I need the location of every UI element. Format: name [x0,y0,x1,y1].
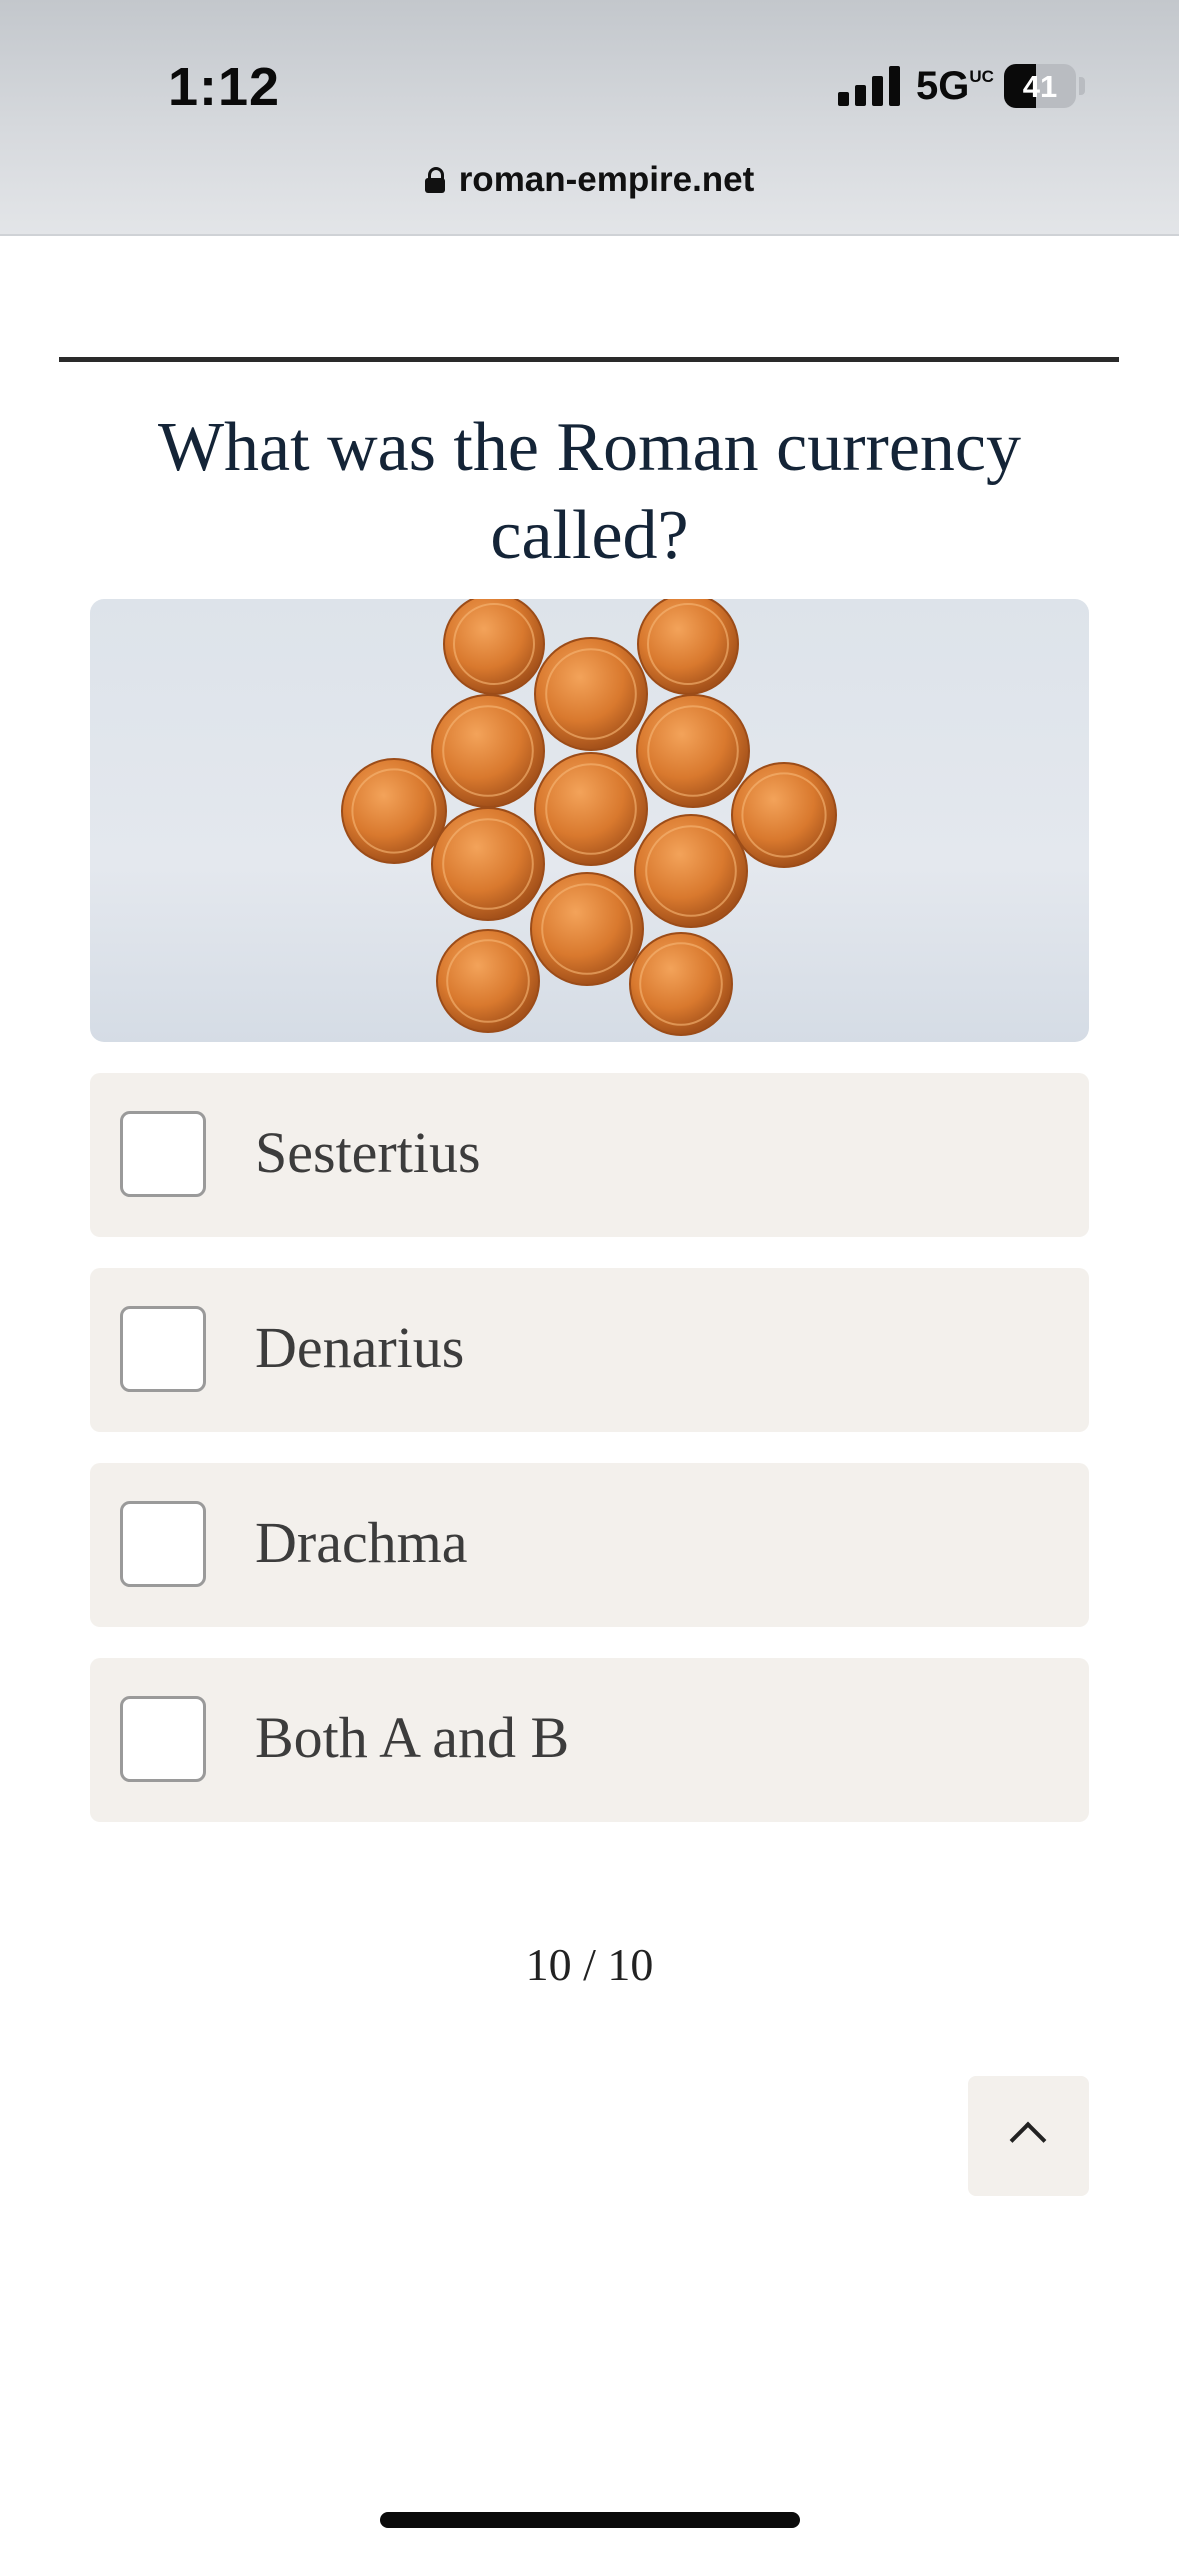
coin-shape [443,599,545,695]
coin-shape [534,637,648,751]
battery-percent: 41 [1022,69,1058,104]
coin-shape [534,752,648,866]
answer-options: Sestertius Denarius Drachma Both A and B [90,1073,1089,1853]
coins-illustration [341,599,837,1036]
status-time: 1:12 [168,57,281,117]
battery-icon: 41 [1004,64,1076,108]
quiz-question: What was the Roman currency called? [157,409,1021,574]
chevron-up-icon [1009,2121,1047,2159]
option-both-a-and-b[interactable]: Both A and B [90,1658,1089,1822]
option-label: Drachma [255,1510,468,1575]
url-text: roman-empire.net [458,160,755,199]
option-checkbox[interactable] [120,1306,206,1392]
signal-icon [838,66,900,106]
question-counter: 10 / 10 [525,1939,654,1990]
option-label: Sestertius [255,1120,481,1185]
coin-shape [731,762,837,868]
coin-shape [637,599,739,695]
network-indicator: 5GUC [916,64,994,108]
option-checkbox[interactable] [120,1501,206,1587]
address-bar[interactable]: roman-empire.net [0,160,1179,200]
coins-image [90,599,1089,1042]
option-denarius[interactable]: Denarius [90,1268,1089,1432]
option-label: Both A and B [255,1705,570,1770]
option-checkbox[interactable] [120,1111,206,1197]
lock-icon [424,167,445,193]
option-drachma[interactable]: Drachma [90,1463,1089,1627]
coin-shape [636,694,750,808]
option-label: Denarius [255,1315,465,1380]
coin-shape [629,932,733,1036]
status-bar: 1:12 5GUC 41 roman-empire.net [0,0,1179,236]
scroll-to-top-button[interactable] [968,2076,1089,2196]
coin-shape [436,929,540,1033]
coin-shape [634,814,748,928]
coin-shape [431,807,545,921]
coin-shape [341,758,447,864]
coin-shape [530,872,644,986]
battery-cap [1079,77,1085,95]
option-sestertius[interactable]: Sestertius [90,1073,1089,1237]
section-divider [59,357,1119,362]
coin-shape [431,694,545,808]
home-indicator[interactable] [380,2512,800,2528]
option-checkbox[interactable] [120,1696,206,1782]
